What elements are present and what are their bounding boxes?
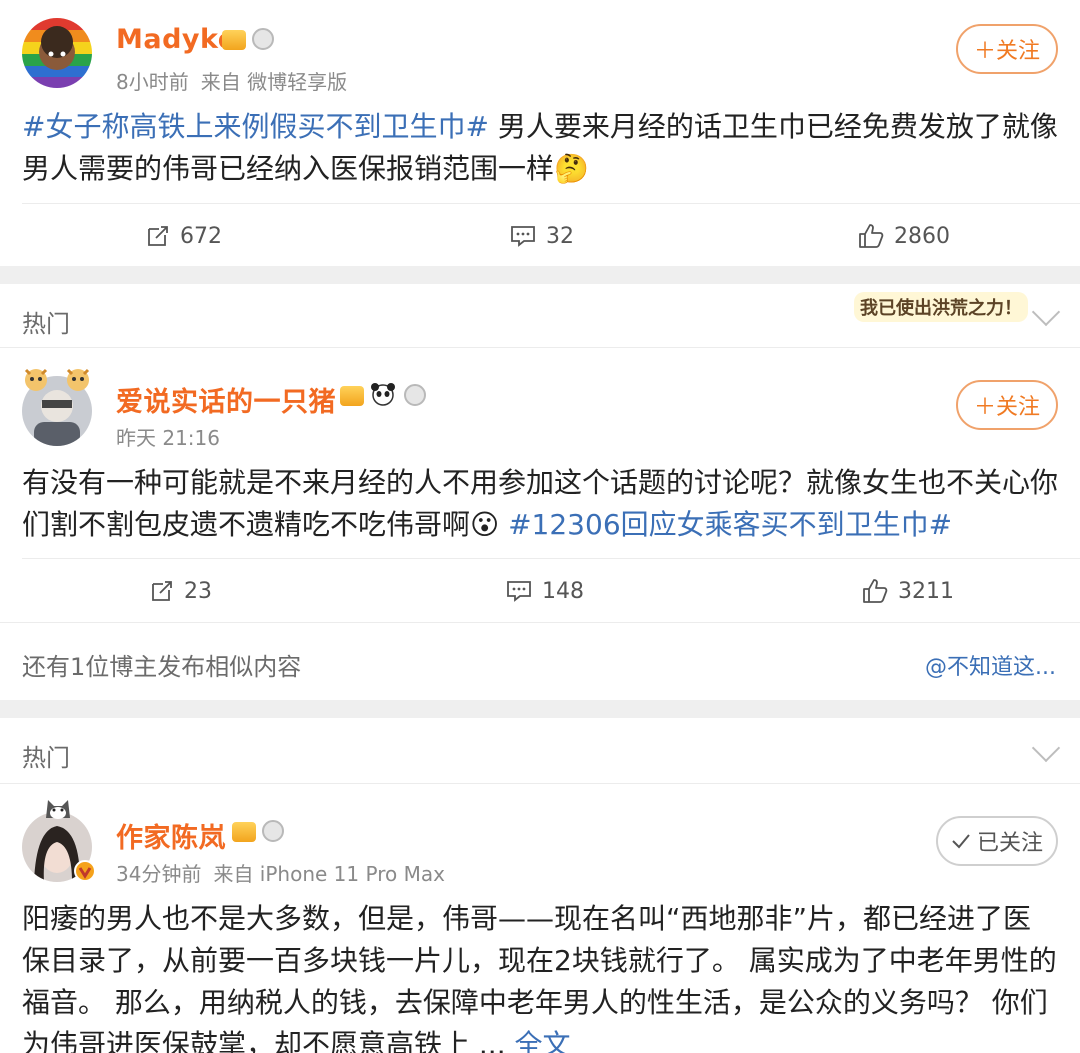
comment-count: 148 [542,578,584,604]
like-icon [859,224,884,248]
comment-count: 32 [546,223,574,249]
followed-label: 已关注 [976,831,1043,856]
hot-label: 热门 [22,310,70,338]
check-icon [952,834,970,849]
action-bar: 672 32 2860 [0,206,1080,266]
post-3: 作家陈岚 34分钟前 来自 iPhone 11 Pro Max 已关注 阳痿的男人… [0,784,1080,1053]
sticker-text: 我已使出洪荒之力！ [854,292,1028,322]
like-count: 2860 [894,223,950,249]
comment-icon [511,226,535,247]
husky-sticker-icon [46,800,70,819]
hot-comments-header[interactable]: 热门 [0,718,1080,784]
like-count: 3211 [898,578,954,604]
hot-label: 热门 [22,744,70,772]
crown-badge-icon [222,30,246,50]
chevron-down-icon[interactable] [1031,297,1061,327]
divider [22,203,1080,204]
medal-badge-icon [404,384,426,406]
post-meta: 昨天 21:16 [116,422,232,451]
repost-icon [152,581,172,601]
like-icon [863,579,888,603]
cow-sticker-icon [66,368,90,391]
post-source: 来自 微博轻享版 [200,70,348,94]
comment-button[interactable]: 32 [510,206,574,266]
separator [0,700,1080,718]
post-time: 34分钟前 [116,862,202,886]
like-button[interactable]: 3211 [862,561,954,621]
avatar[interactable] [22,18,92,88]
verified-icon [74,860,96,882]
post-text: #女子称高铁上来例假买不到卫生巾# 男人要来月经的话卫生巾已经免费发放了就像男人… [22,106,1058,190]
user-name[interactable]: 爱说实话的一只猪 [116,380,336,419]
panda-icon [371,383,395,406]
cow-sticker-icon [24,368,48,391]
divider [22,558,1080,559]
similar-content-text: 还有1位博主发布相似内容 [22,653,302,681]
follow-button[interactable]: ＋关注 [956,24,1058,74]
hashtag-link[interactable]: #女子称高铁上来例假买不到卫生巾# [22,110,489,143]
comment-button[interactable]: 148 [506,561,584,621]
follow-button[interactable]: ＋关注 [956,380,1058,430]
repost-icon [148,226,168,246]
repost-button[interactable]: 672 [146,206,222,266]
medal-badge-icon [262,820,284,842]
chevron-down-icon[interactable] [1031,733,1061,763]
user-name[interactable]: 作家陈岚 [116,816,226,855]
post-2: 爱说实话的一只猪 昨天 21:16 ＋关注 有没有一种可能就是不来月经的人不用参… [0,348,1080,700]
similar-content-bar[interactable]: 还有1位博主发布相似内容 @不知道这... [0,622,1080,702]
post-meta: 8小时前 来自 微博轻享版 [116,66,359,95]
repost-button[interactable]: 23 [150,561,212,621]
read-more-link[interactable]: 全文 [515,1028,571,1053]
crown-badge-icon [232,822,256,842]
like-button[interactable]: 2860 [858,206,950,266]
post-source: 来自 iPhone 11 Pro Max [213,862,445,886]
post-1: Madyke 8小时前 来自 微博轻享版 ＋关注 #女子称高铁上来例假买不到卫生巾… [0,0,1080,266]
similar-content-link[interactable]: @不知道这... [925,649,1056,681]
hashtag-link[interactable]: #12306回应女乘客买不到卫生巾# [508,508,952,541]
action-bar: 23 148 3211 [0,561,1080,621]
crown-badge-icon [340,386,364,406]
avatar-image [22,18,92,88]
repost-count: 672 [180,223,222,249]
post-text: 阳痿的男人也不是大多数，但是，伟哥——现在名叫“西地那非”片，都已经进了医保目录… [22,898,1058,1053]
comment-icon [507,581,531,602]
post-time: 昨天 21:16 [116,426,220,450]
post-time: 8小时前 [116,70,189,94]
user-name[interactable]: Madyke [116,24,237,55]
followed-button[interactable]: 已关注 [936,816,1058,866]
repost-count: 23 [184,578,212,604]
medal-badge-icon [252,28,274,50]
post-meta: 34分钟前 来自 iPhone 11 Pro Max [116,858,457,887]
post-text: 有没有一种可能就是不来月经的人不用参加这个话题的讨论呢？就像女生也不关心你们割不… [22,462,1058,546]
separator [0,266,1080,284]
